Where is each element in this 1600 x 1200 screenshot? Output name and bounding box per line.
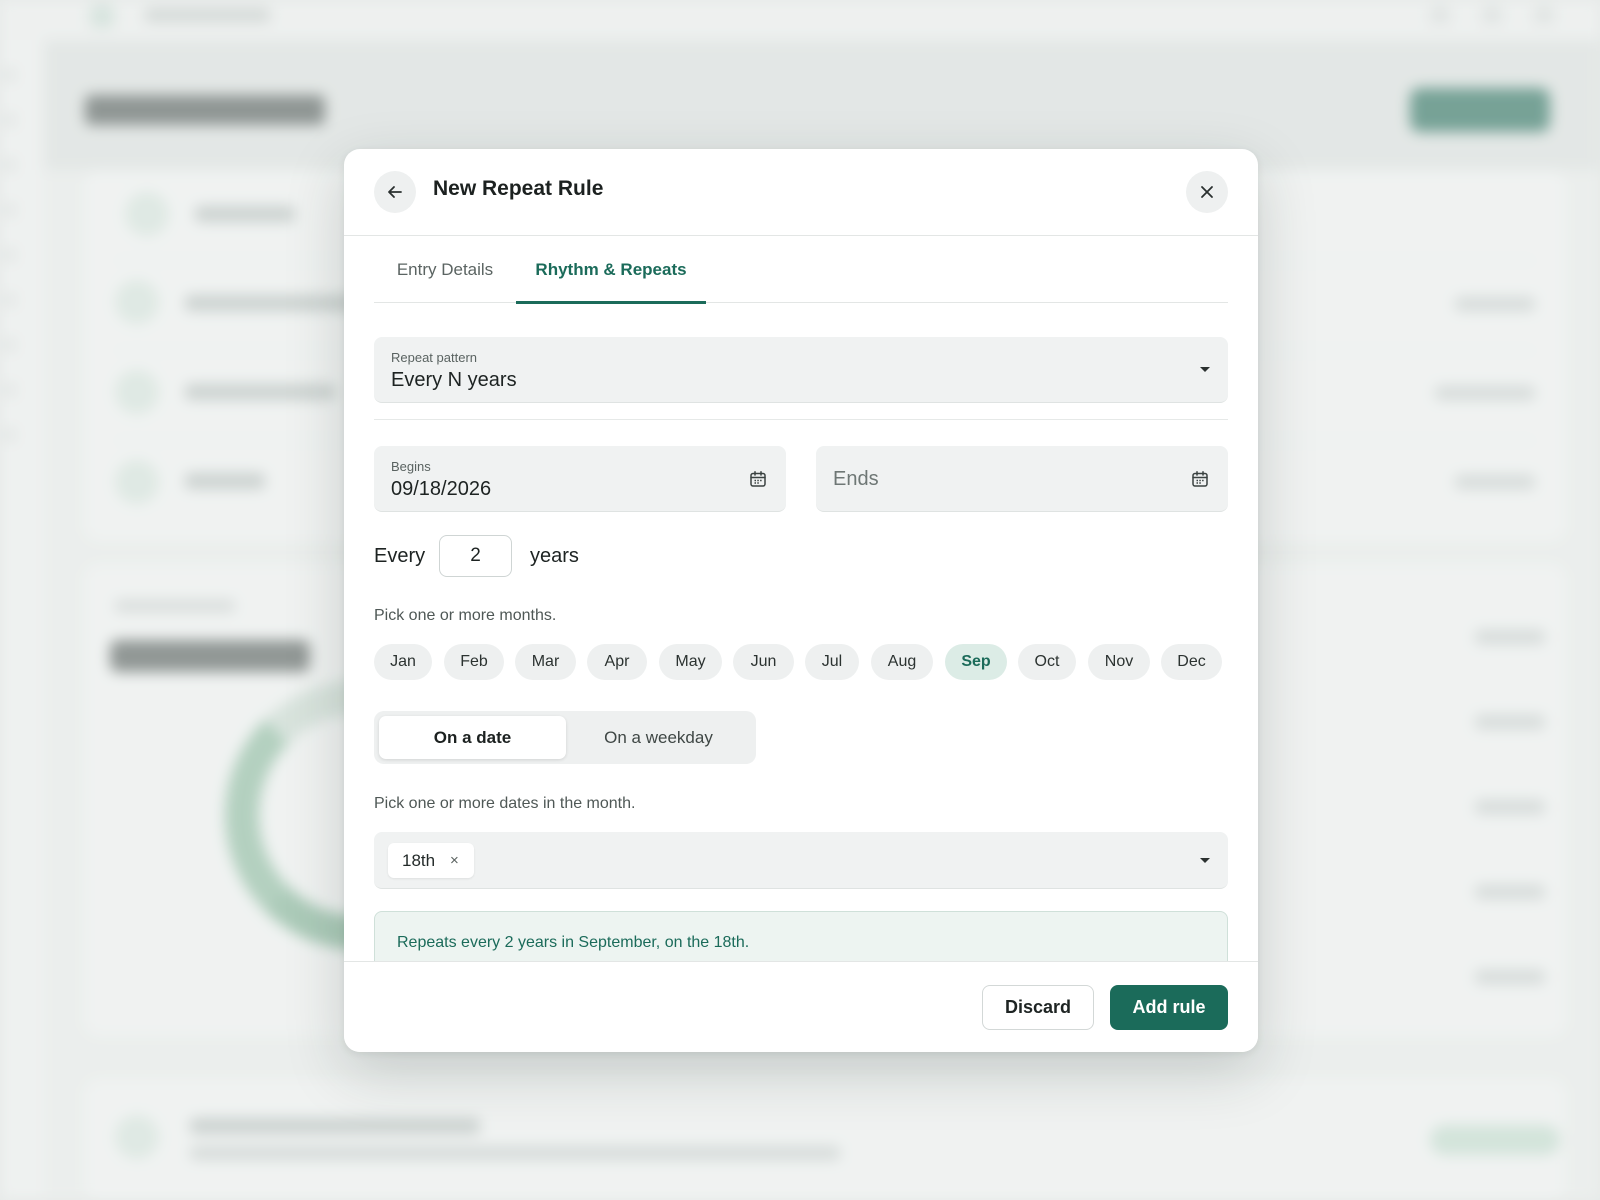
month-chip-mar[interactable]: Mar — [515, 644, 576, 680]
close-button[interactable] — [1186, 171, 1228, 213]
section-divider — [374, 419, 1228, 420]
add-rule-button[interactable]: Add rule — [1110, 985, 1228, 1030]
dialog-footer: Discard Add rule — [344, 961, 1258, 1052]
discard-button[interactable]: Discard — [982, 985, 1094, 1030]
month-chip-jan[interactable]: Jan — [374, 644, 432, 680]
active-tab-indicator — [516, 301, 706, 304]
month-chip-aug[interactable]: Aug — [871, 644, 933, 680]
on-a-weekday-option[interactable]: On a weekday — [566, 716, 751, 759]
month-dates-select[interactable]: 18th × — [374, 832, 1228, 889]
begins-value: 09/18/2026 — [391, 478, 492, 500]
rule-summary-text: Repeats every 2 years in September, on t… — [397, 934, 750, 951]
month-chip-may[interactable]: May — [659, 644, 722, 680]
interval-input[interactable]: 2 — [439, 535, 512, 577]
tab-entry-details[interactable]: Entry Details — [374, 236, 516, 303]
interval-suffix: years — [530, 545, 579, 567]
tab-rhythm-repeats-label: Rhythm & Repeats — [535, 259, 687, 279]
month-chip-jun[interactable]: Jun — [733, 644, 794, 680]
interval-prefix: Every — [374, 545, 426, 567]
arrow-left-icon — [386, 183, 404, 201]
date-tag: 18th × — [388, 843, 474, 878]
dialog-header: New Repeat Rule — [344, 149, 1258, 236]
month-chip-oct[interactable]: Oct — [1018, 644, 1076, 680]
ends-date-field[interactable]: Ends — [816, 446, 1228, 512]
on-a-date-option[interactable]: On a date — [379, 716, 566, 759]
begins-label: Begins — [391, 459, 431, 474]
repeat-rule-dialog: New Repeat Rule Entry Details Rhythm & R… — [344, 149, 1258, 1052]
dates-hint: Pick one or more dates in the month. — [374, 795, 636, 812]
month-chip-dec[interactable]: Dec — [1161, 644, 1222, 680]
month-chip-apr[interactable]: Apr — [587, 644, 647, 680]
calendar-icon[interactable] — [1191, 470, 1209, 493]
months-hint: Pick one or more months. — [374, 607, 557, 624]
remove-tag-icon[interactable]: × — [450, 852, 459, 869]
repeat-pattern-value: Every N years — [391, 369, 517, 391]
dialog-title: New Repeat Rule — [433, 177, 604, 200]
repeat-pattern-label: Repeat pattern — [391, 350, 478, 365]
close-icon — [1200, 185, 1214, 199]
month-chip-feb[interactable]: Feb — [444, 644, 504, 680]
begins-date-field[interactable]: Begins 09/18/2026 — [374, 446, 786, 512]
calendar-icon[interactable] — [749, 470, 767, 493]
month-chip-jul[interactable]: Jul — [805, 644, 859, 680]
month-chip-sep[interactable]: Sep — [945, 644, 1007, 680]
date-tag-label: 18th — [402, 851, 436, 870]
chevron-down-icon — [1200, 367, 1210, 372]
repeat-pattern-select[interactable]: Repeat pattern Every N years — [374, 337, 1228, 403]
tab-bar: Entry Details Rhythm & Repeats — [374, 236, 1228, 304]
back-button[interactable] — [374, 171, 416, 213]
month-chip-group: Jan Feb Mar Apr May Jun Jul Aug Sep Oct … — [374, 644, 1234, 680]
chevron-down-icon — [1200, 858, 1210, 863]
day-mode-toggle: On a date On a weekday — [374, 711, 756, 764]
tab-rhythm-repeats[interactable]: Rhythm & Repeats — [516, 236, 706, 304]
month-chip-nov[interactable]: Nov — [1088, 644, 1150, 680]
ends-placeholder: Ends — [833, 468, 879, 490]
